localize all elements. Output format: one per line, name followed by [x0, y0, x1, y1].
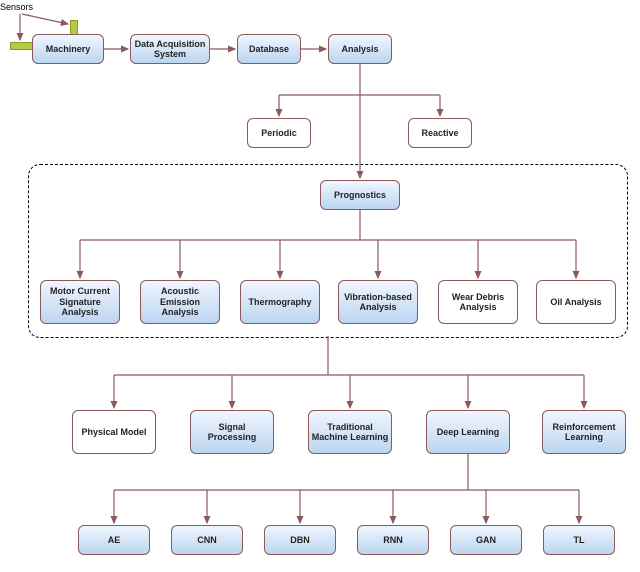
node-ae: AE [78, 525, 150, 555]
node-vibration: Vibration-based Analysis [338, 280, 418, 324]
node-machinery: Machinery [32, 34, 104, 64]
node-oil: Oil Analysis [536, 280, 616, 324]
node-analysis: Analysis [328, 34, 392, 64]
node-daq: Data Acquisition System [130, 34, 210, 64]
node-prognostics: Prognostics [320, 180, 400, 210]
node-gan: GAN [450, 525, 522, 555]
node-dbn: DBN [264, 525, 336, 555]
node-acoustic: Acoustic Emission Analysis [140, 280, 220, 324]
node-thermography: Thermography [240, 280, 320, 324]
node-tradml: Traditional Machine Learning [308, 410, 392, 454]
node-tl: TL [543, 525, 615, 555]
node-physical: Physical Model [72, 410, 156, 454]
node-wear: Wear Debris Analysis [438, 280, 518, 324]
node-database: Database [237, 34, 301, 64]
node-rnn: RNN [357, 525, 429, 555]
sensor-bar-2 [10, 42, 34, 50]
node-mcsa: Motor Current Signature Analysis [40, 280, 120, 324]
node-deepl: Deep Learning [426, 410, 510, 454]
node-reactive: Reactive [408, 118, 472, 148]
node-reinf: Reinforcement Learning [542, 410, 626, 454]
node-signal: Signal Processing [190, 410, 274, 454]
node-periodic: Periodic [247, 118, 311, 148]
node-cnn: CNN [171, 525, 243, 555]
sensors-label: Sensors [0, 2, 33, 12]
